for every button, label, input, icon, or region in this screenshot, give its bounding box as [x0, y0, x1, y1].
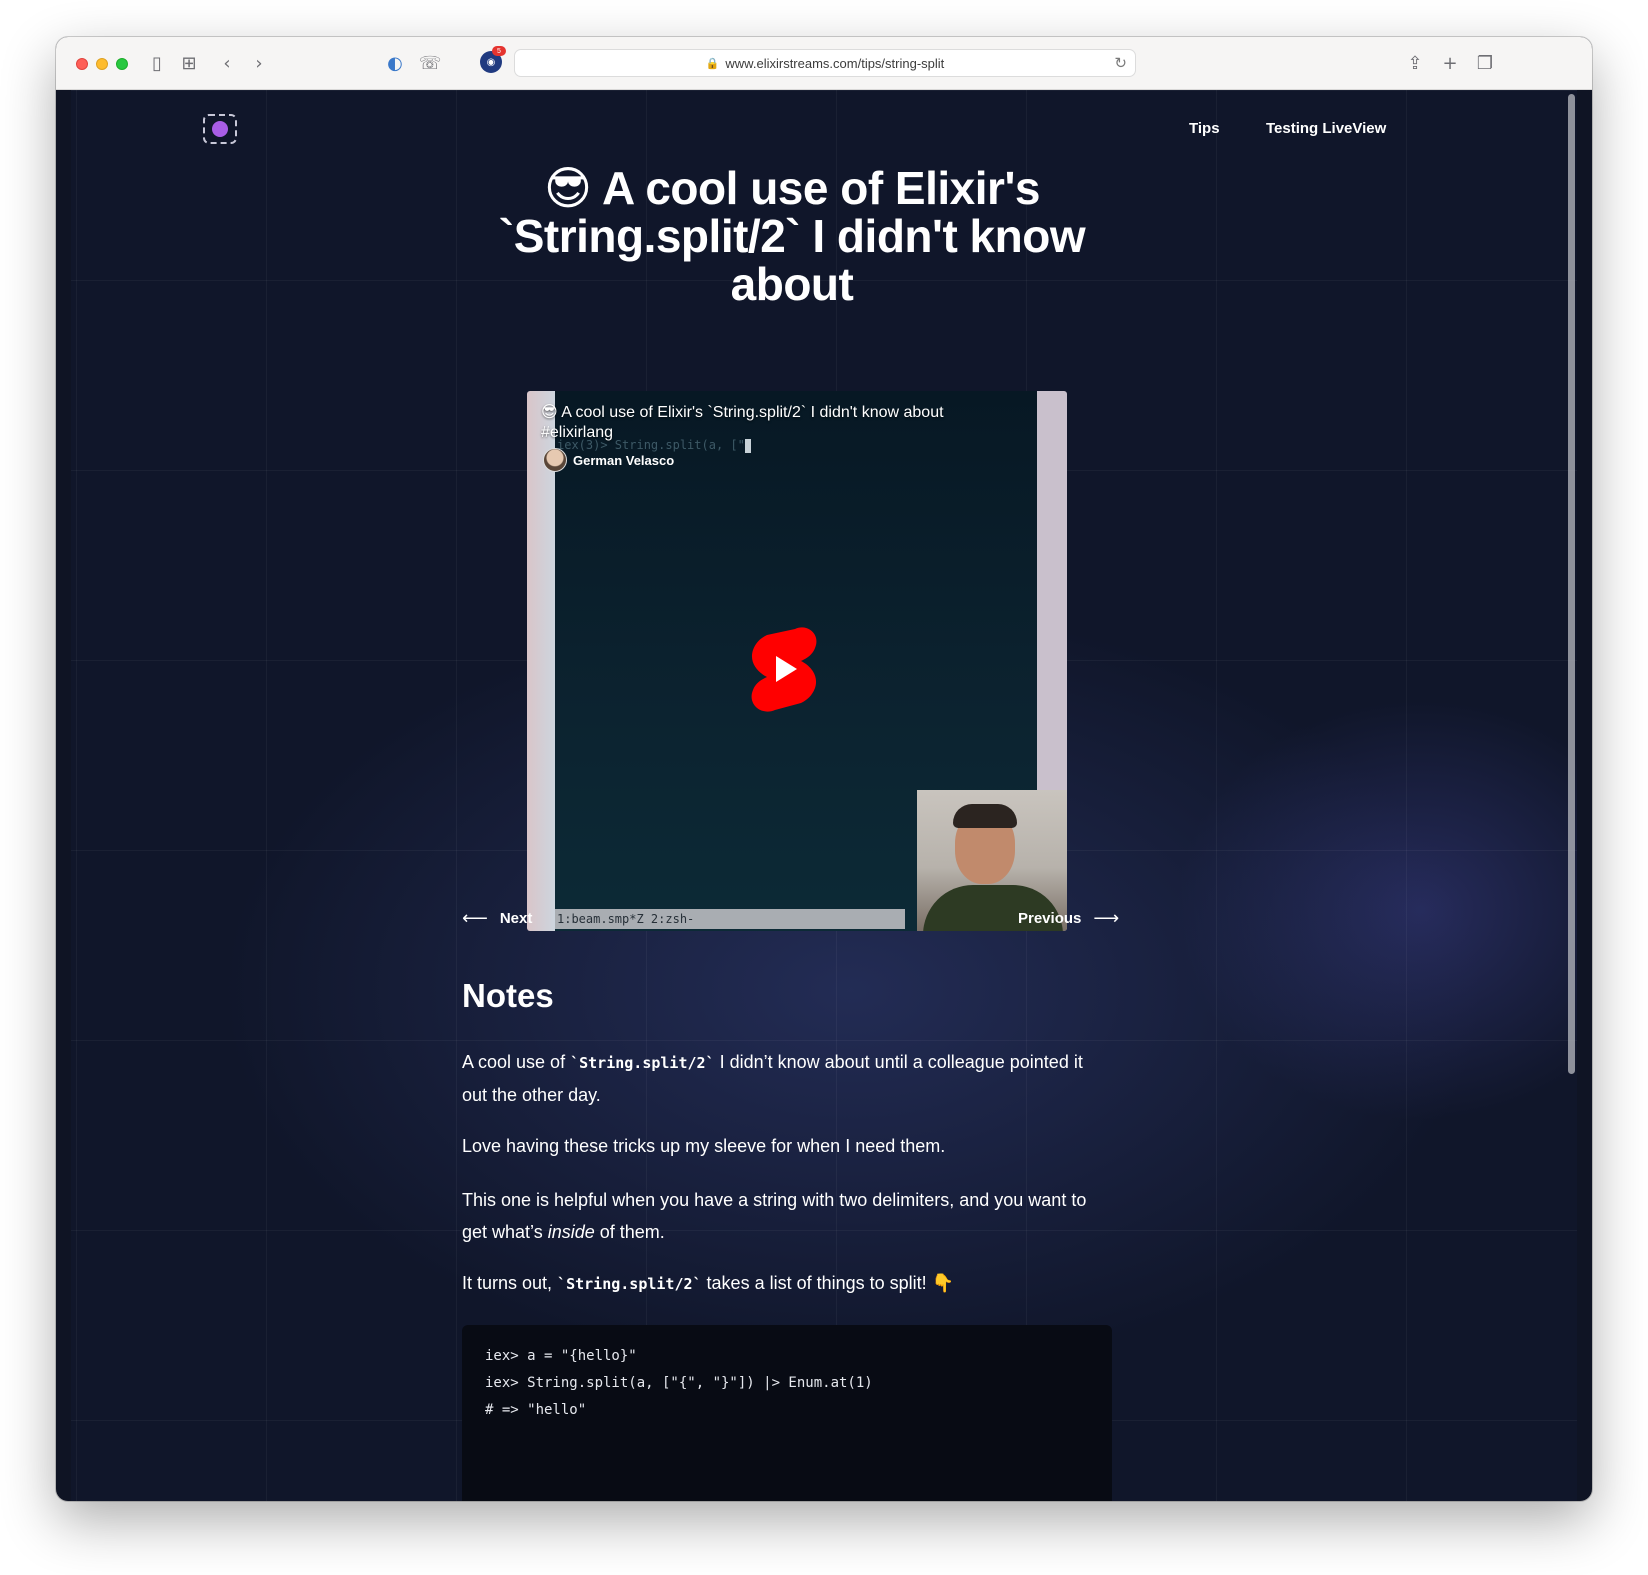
code-line: iex> String.split(a, ["{", "}"]) |> Enum…	[485, 1375, 873, 1391]
web-page: Tips Testing LiveView 😎 A cool use of El…	[71, 90, 1577, 1501]
play-icon[interactable]	[749, 626, 819, 712]
code-block[interactable]: iex> a = "{hello}" iex> String.split(a, …	[462, 1325, 1112, 1501]
code-line: # => "hello"	[485, 1402, 587, 1418]
close-window-button[interactable]	[76, 58, 88, 70]
video-embed[interactable]: iex(3)> String.split(a, [" 1:beam.smp*Z …	[527, 391, 1067, 931]
page-scrollbar[interactable]	[1568, 94, 1575, 1074]
minimize-window-button[interactable]	[96, 58, 108, 70]
sidebar-toggle-icon[interactable]: ▯	[144, 51, 170, 75]
notes-heading: Notes	[462, 977, 554, 1014]
lock-icon: 🔒	[705, 57, 720, 70]
notes-paragraph-3: This one is helpful when you have a stri…	[462, 1190, 1087, 1242]
browser-toolbar: ▯ ⊞ ‹ › ◐ ☏ ◉ 5 🔒 www.elixirstreams.com/…	[56, 37, 1592, 90]
notes-paragraph-4: It turns out, `String.split/2` takes a l…	[462, 1273, 955, 1293]
back-icon[interactable]: ‹	[214, 51, 240, 75]
share-icon[interactable]: ⇪	[1402, 51, 1428, 75]
channel-avatar	[543, 448, 567, 472]
new-tab-icon[interactable]: +	[1437, 51, 1463, 75]
video-terminal-status: 1:beam.smp*Z 2:zsh-	[555, 909, 905, 929]
previous-link[interactable]: Previous ⟶	[1018, 908, 1119, 929]
notes-paragraph-2: Love having these tricks up my sleeve fo…	[462, 1136, 946, 1156]
forward-icon[interactable]: ›	[246, 51, 272, 75]
video-title[interactable]: 😎 A cool use of Elixir's `String.split/2…	[541, 403, 991, 443]
video-channel[interactable]: German Velasco	[543, 448, 674, 472]
site-logo[interactable]	[203, 114, 237, 144]
address-url: www.elixirstreams.com/tips/string-split	[725, 55, 945, 71]
zoom-window-button[interactable]	[116, 58, 128, 70]
tab-group-icon[interactable]: ⊞	[176, 51, 202, 75]
arrow-left-icon: ⟵	[462, 908, 488, 929]
nav-link-testing-liveview[interactable]: Testing LiveView	[1266, 120, 1386, 137]
code-line: iex> a = "{hello}"	[485, 1348, 637, 1364]
extension-privacy-icon[interactable]: ◐	[382, 51, 408, 75]
tab-overview-icon[interactable]: ❐	[1472, 51, 1498, 75]
nav-link-tips[interactable]: Tips	[1189, 120, 1220, 137]
browser-window: ▯ ⊞ ‹ › ◐ ☏ ◉ 5 🔒 www.elixirstreams.com/…	[56, 37, 1592, 1501]
extension-chat-icon[interactable]: ☏	[417, 51, 443, 75]
address-bar[interactable]: 🔒 www.elixirstreams.com/tips/string-spli…	[514, 49, 1136, 77]
arrow-right-icon: ⟶	[1093, 908, 1120, 929]
page-title: 😎 A cool use of Elixir's `String.split/2…	[498, 162, 1086, 310]
notes-paragraph-1: A cool use of `String.split/2` I didn’t …	[462, 1052, 1083, 1105]
channel-name: German Velasco	[573, 452, 675, 468]
potion-icon	[212, 121, 228, 137]
reload-icon[interactable]: ↻	[1114, 54, 1127, 72]
next-link[interactable]: ⟵ Next	[462, 908, 532, 929]
extension-badge: 5	[492, 46, 506, 56]
